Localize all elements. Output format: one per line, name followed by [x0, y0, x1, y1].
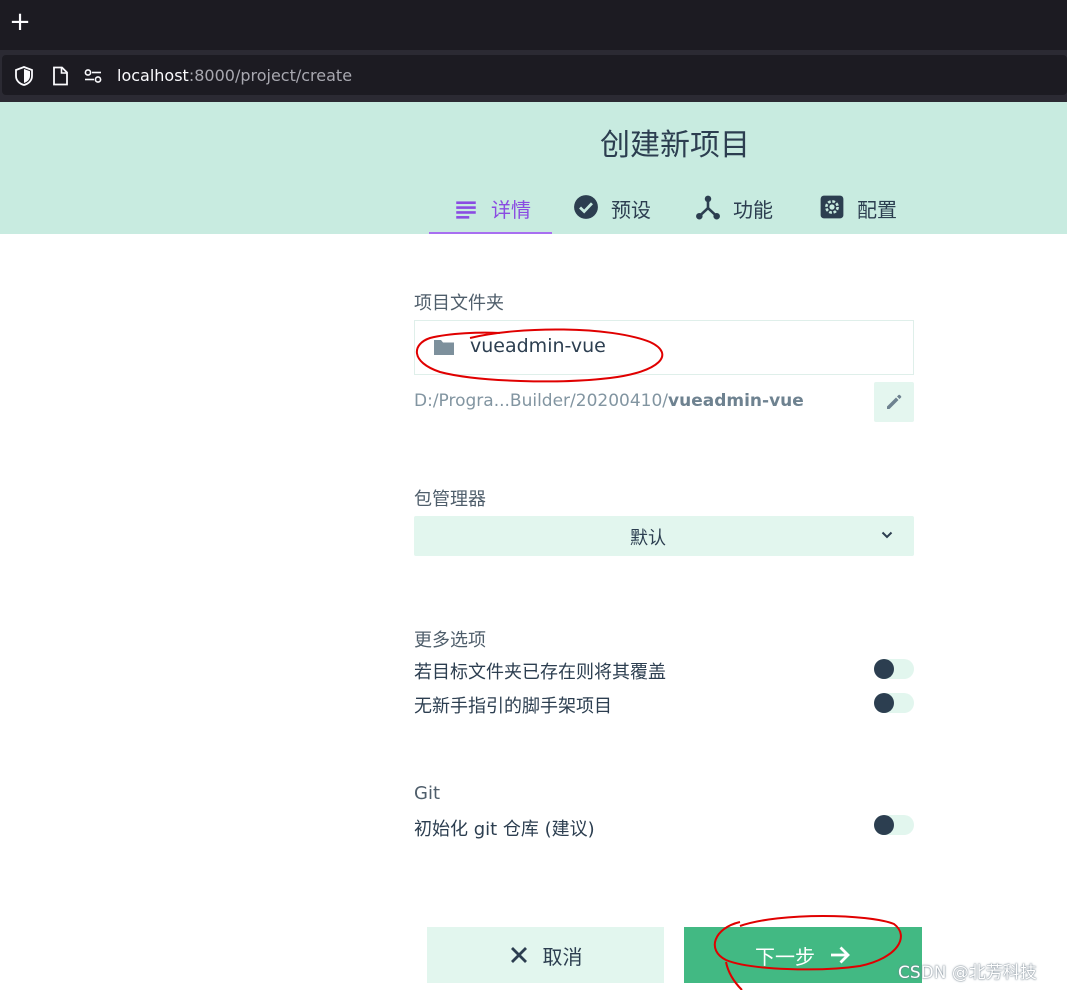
url-host: localhost — [117, 66, 189, 85]
toggle-knob — [874, 693, 894, 713]
page-title: 创建新项目 — [600, 128, 750, 163]
option-overwrite-toggle[interactable] — [874, 659, 914, 679]
list-icon — [456, 201, 476, 219]
toggle-knob — [874, 815, 894, 835]
folder-label: 项目文件夹 — [414, 293, 504, 314]
package-manager-value: 默认 — [630, 528, 666, 549]
option-no-guide-toggle[interactable] — [874, 693, 914, 713]
git-init-label: 初始化 git 仓库 (建议) — [414, 819, 595, 840]
next-button-label: 下一步 — [755, 944, 815, 969]
git-label: Git — [414, 783, 441, 804]
package-manager-label: 包管理器 — [414, 489, 486, 510]
shield-icon[interactable] — [13, 65, 35, 87]
address-bar[interactable]: localhost:8000/project/create — [2, 55, 1067, 95]
package-manager-select[interactable]: 默认 — [414, 516, 914, 556]
next-button[interactable]: 下一步 — [684, 927, 922, 983]
close-icon — [510, 947, 527, 963]
folder-icon — [434, 340, 454, 355]
option-overwrite-label: 若目标文件夹已存在则将其覆盖 — [414, 662, 666, 683]
browser-tab-bar: + — [0, 0, 1067, 50]
chevron-down-icon — [881, 531, 893, 539]
tab-details-label: 详情 — [491, 198, 531, 222]
folder-name-input[interactable]: vueadmin-vue — [414, 320, 914, 375]
pencil-icon — [887, 394, 902, 409]
app-header: 创建新项目 详情 预设 功能 配置 — [0, 102, 1067, 234]
arrow-right-icon — [831, 946, 850, 964]
tab-presets-label: 预设 — [611, 198, 651, 222]
toggle-knob — [874, 659, 894, 679]
option-no-guide-label: 无新手指引的脚手架项目 — [414, 696, 612, 717]
cancel-button-label: 取消 — [542, 944, 583, 969]
tab-config-label: 配置 — [857, 198, 897, 222]
cancel-button[interactable]: 取消 — [427, 927, 664, 983]
edit-path-button[interactable] — [874, 382, 914, 422]
watermark: CSDN @北芳科技 — [898, 963, 1037, 983]
page-icon — [53, 66, 68, 86]
gear-icon — [820, 195, 844, 219]
folder-path: D:/Progra...Builder/20200410/vueadmin-vu… — [414, 391, 804, 411]
folder-path-prefix: D:/Progra...Builder/20200410/ — [414, 391, 669, 411]
site-permissions-icon[interactable] — [82, 65, 104, 87]
url-text[interactable]: localhost:8000/project/create — [117, 66, 352, 86]
tab-details[interactable]: 详情 — [429, 190, 552, 234]
more-options-label: 更多选项 — [414, 630, 486, 651]
check-circle-icon — [574, 195, 598, 219]
tab-config[interactable]: 配置 — [819, 190, 897, 234]
tab-features-label: 功能 — [733, 198, 773, 222]
folder-name-value: vueadmin-vue — [470, 335, 606, 357]
fork-icon — [696, 195, 720, 220]
folder-path-name: vueadmin-vue — [668, 391, 804, 411]
tab-presets[interactable]: 预设 — [573, 190, 651, 234]
tab-features[interactable]: 功能 — [695, 190, 773, 234]
browser-nav-bar: localhost:8000/project/create — [0, 50, 1067, 102]
new-tab-button[interactable]: + — [8, 9, 32, 36]
url-path: :8000/project/create — [188, 66, 353, 85]
git-init-toggle[interactable] — [874, 815, 914, 835]
